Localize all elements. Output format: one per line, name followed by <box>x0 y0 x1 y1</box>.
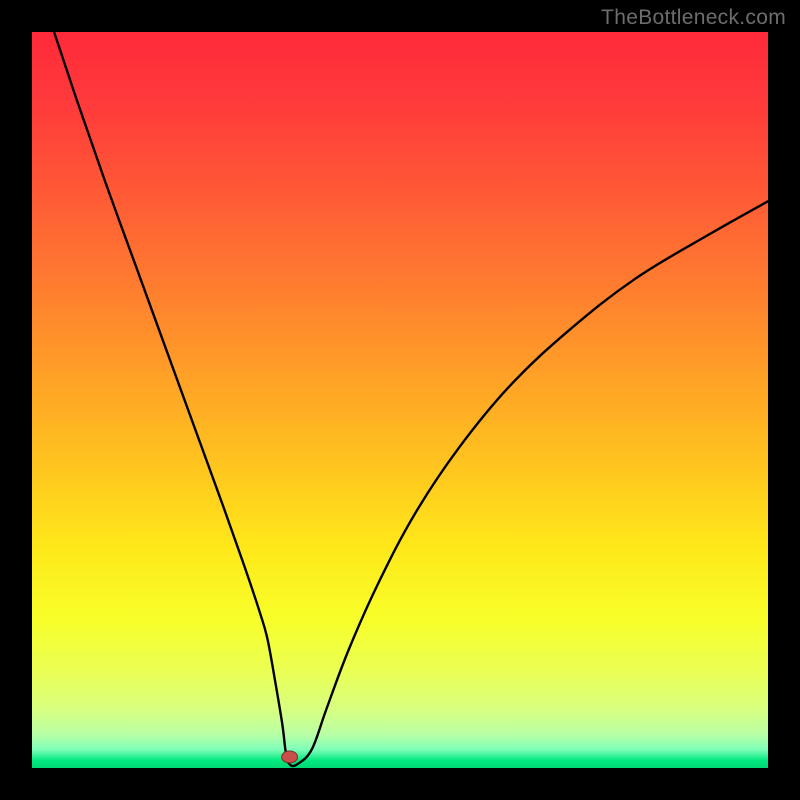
chart-svg <box>32 32 768 768</box>
gradient-background <box>32 32 768 768</box>
watermark-text: TheBottleneck.com <box>601 6 786 30</box>
chart-frame: TheBottleneck.com <box>0 0 800 800</box>
plot-area <box>32 32 768 768</box>
minimum-dot <box>282 751 298 763</box>
